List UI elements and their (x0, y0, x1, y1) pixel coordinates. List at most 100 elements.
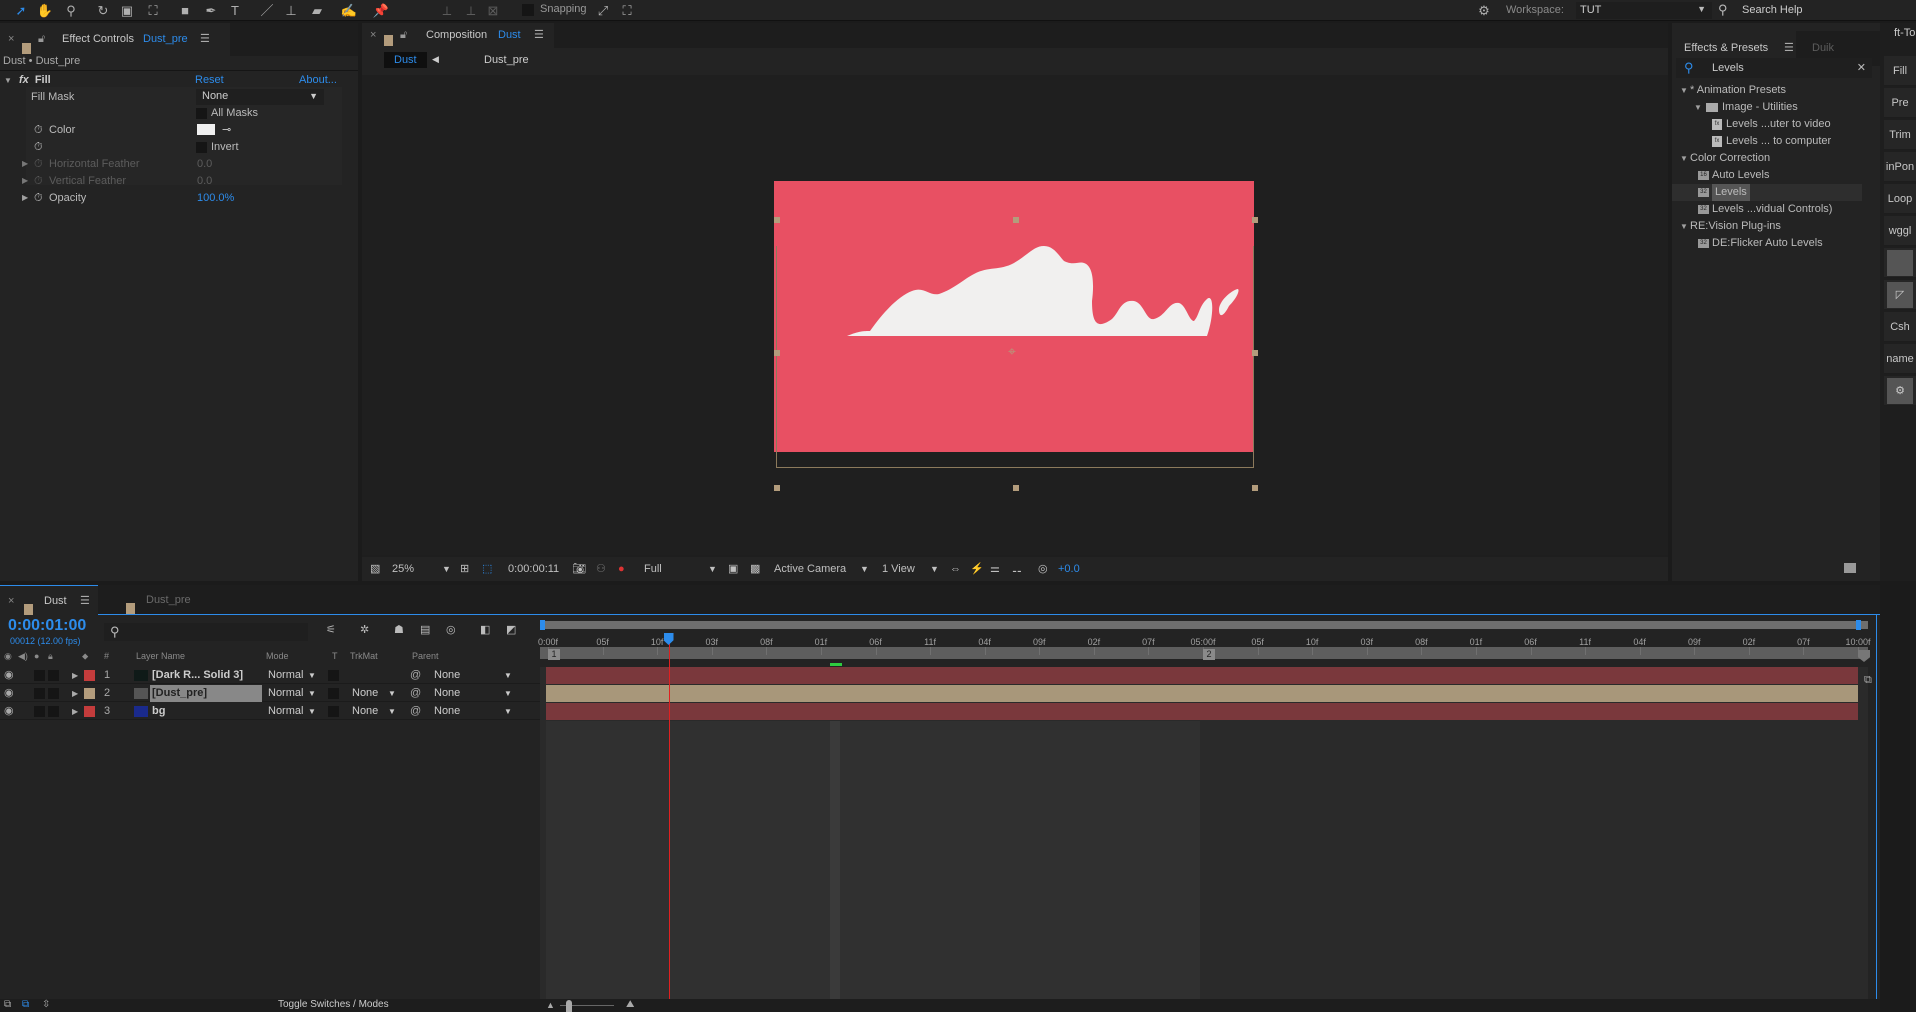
pan-behind-tool-icon[interactable]: ⛶ (144, 2, 162, 19)
brush-tool-icon[interactable]: ／ (258, 2, 276, 19)
lock-toggle[interactable] (48, 670, 59, 681)
column-t[interactable]: T (332, 651, 338, 661)
tree-item[interactable]: 32 Levels ...vidual Controls) (1672, 201, 1862, 218)
resolution-dropdown[interactable]: Full (644, 557, 662, 581)
zoom-out-icon[interactable]: ▲ (546, 1000, 555, 1010)
expand-triangle-icon[interactable]: ▶ (72, 667, 78, 684)
snap-edges-icon[interactable]: ⤢ (594, 2, 612, 19)
trkmat-dropdown[interactable]: None (352, 685, 378, 702)
layer-name[interactable]: bg (150, 703, 262, 720)
preserve-transparency-toggle[interactable] (328, 670, 339, 681)
solo-toggle[interactable] (34, 670, 45, 681)
trkmat-dropdown[interactable]: None (352, 703, 378, 720)
panel-menu-icon[interactable]: ☰ (200, 23, 210, 56)
navigator-end-handle[interactable] (1856, 620, 1861, 630)
lock-toggle[interactable] (48, 706, 59, 717)
lock-icon[interactable]: 🔓︎ (38, 23, 45, 56)
timeline-track-area[interactable] (540, 663, 1868, 1012)
layer-bar-1[interactable] (546, 667, 1858, 684)
layer-bar-3[interactable] (546, 703, 1858, 720)
column-parent[interactable]: Parent (412, 651, 439, 661)
zoom-in-icon[interactable]: ⛰ (626, 999, 634, 1010)
draft-3d-icon[interactable]: ✲ (360, 623, 369, 636)
opacity-value[interactable]: 100.0% (197, 191, 234, 205)
comp-marker[interactable]: 2 (1203, 649, 1215, 660)
tab-timeline-dust-pre[interactable]: Dust_pre (118, 585, 218, 615)
tree-item[interactable]: 32 Levels (1672, 184, 1862, 201)
parent-dropdown[interactable]: None (434, 703, 460, 720)
shy-layers-icon[interactable]: ☗ (394, 623, 404, 636)
camera-tool-icon[interactable]: ▣ (118, 2, 136, 19)
exposure-value[interactable]: +0.0 (1058, 557, 1080, 581)
local-axis-icon[interactable]: ⟂ (438, 2, 456, 19)
script-button[interactable]: inPon (1884, 152, 1916, 182)
flow-comp-dust-pre[interactable]: Dust_pre (484, 54, 529, 66)
mode-dropdown[interactable]: Normal (268, 703, 303, 720)
vertical-feather-value[interactable]: 0.0 (197, 174, 212, 188)
stopwatch-icon[interactable]: ⏱ (34, 140, 43, 154)
close-icon[interactable]: × (8, 23, 14, 56)
transform-handle[interactable] (1252, 350, 1258, 356)
transform-handle[interactable] (774, 350, 780, 356)
eyedropper-icon[interactable]: ⊸ (222, 123, 231, 137)
expand-triangle-icon[interactable]: ▶ (22, 157, 28, 171)
layer-bar-2[interactable] (546, 685, 1858, 702)
panel-menu-icon[interactable]: ☰ (534, 23, 544, 48)
all-masks-checkbox[interactable] (196, 108, 207, 119)
script-button[interactable]: Fill (1884, 56, 1916, 86)
type-tool-icon[interactable]: T (226, 2, 244, 19)
layer-search-input[interactable]: ⚲ (104, 623, 308, 641)
parent-dropdown[interactable]: None (434, 667, 460, 684)
reset-link[interactable]: Reset (195, 73, 224, 87)
expand-triangle-icon[interactable]: ▼ (1694, 99, 1702, 116)
parent-dropdown[interactable]: None (434, 685, 460, 702)
stopwatch-icon[interactable]: ⏱ (34, 191, 43, 205)
toggle-pixel-aspect-icon[interactable]: ⇔ (950, 557, 961, 581)
camera-dropdown[interactable]: Active Camera (774, 557, 846, 581)
preserve-transparency-toggle[interactable] (328, 706, 339, 717)
rotate-tool-icon[interactable]: ↻ (94, 2, 112, 19)
tree-item[interactable]: 16 Auto Levels (1672, 167, 1862, 184)
levels-graph-button[interactable]: ◸ (1884, 280, 1916, 310)
close-icon[interactable]: × (8, 586, 14, 616)
column-number[interactable]: # (104, 651, 109, 661)
layer-row[interactable]: ◉ ▶ 1 [Dark R... Solid 3] Normal ▼ @ Non… (0, 667, 540, 684)
column-mode[interactable]: Mode (266, 651, 289, 661)
column-layer-name[interactable]: Layer Name (136, 651, 185, 661)
close-icon[interactable]: × (370, 23, 376, 48)
column-trkmat[interactable]: TrkMat (350, 651, 378, 661)
tree-item[interactable]: ▼ Image - Utilities (1672, 99, 1862, 116)
tree-item[interactable]: ▼ RE:Vision Plug-ins (1672, 218, 1862, 235)
motion-blur-icon[interactable]: ◎ (446, 623, 456, 636)
eye-icon[interactable]: ◉ (4, 703, 14, 720)
snapshot-icon[interactable]: 📷︎ (572, 557, 586, 581)
rectangle-tool-icon[interactable]: ■ (176, 2, 194, 19)
tree-item[interactable]: ▼ Color Correction (1672, 150, 1862, 167)
channel-icon[interactable]: ● (618, 557, 625, 581)
zoom-end-handle[interactable] (1858, 650, 1870, 662)
fx-icon[interactable]: fx (19, 74, 29, 86)
label-color[interactable] (84, 706, 95, 717)
flow-arrow-icon[interactable]: ◀ (432, 54, 439, 65)
solo-icon[interactable]: ● (34, 651, 39, 661)
fill-mask-dropdown[interactable]: None ▼ (196, 89, 324, 105)
stopwatch-icon[interactable]: ⏱ (34, 123, 43, 137)
video-visibility-icon[interactable]: ◉ (4, 651, 12, 662)
clear-search-icon[interactable]: ✕ (1857, 61, 1866, 74)
panel-menu-icon[interactable]: ☰ (80, 586, 90, 616)
in-out-pane-icon[interactable]: ⇳ (42, 999, 50, 1010)
effect-fill-header[interactable]: ▼ fx Fill (4, 73, 51, 87)
workspace-dropdown[interactable]: TUT ▼ (1576, 2, 1712, 19)
exposure-reset-icon[interactable]: ◎ (1038, 557, 1048, 581)
tab-effect-controls[interactable]: × 🔓︎ Effect Controls Dust_pre ☰ (0, 23, 230, 56)
horizontal-feather-value[interactable]: 0.0 (197, 157, 212, 171)
eye-icon[interactable]: ◉ (4, 667, 14, 684)
transform-handle[interactable] (1013, 217, 1019, 223)
views-dropdown[interactable]: 1 View (882, 557, 915, 581)
roto-brush-tool-icon[interactable]: ✍ (340, 2, 358, 19)
expand-triangle-icon[interactable]: ▶ (22, 174, 28, 188)
anchor-point-icon[interactable]: ⌖ (1008, 343, 1016, 360)
toggle-switches-modes-button[interactable]: Toggle Switches / Modes (278, 999, 389, 1010)
stopwatch-icon[interactable]: ⏱ (34, 174, 43, 188)
snap-features-icon[interactable]: ⛶ (618, 2, 636, 19)
